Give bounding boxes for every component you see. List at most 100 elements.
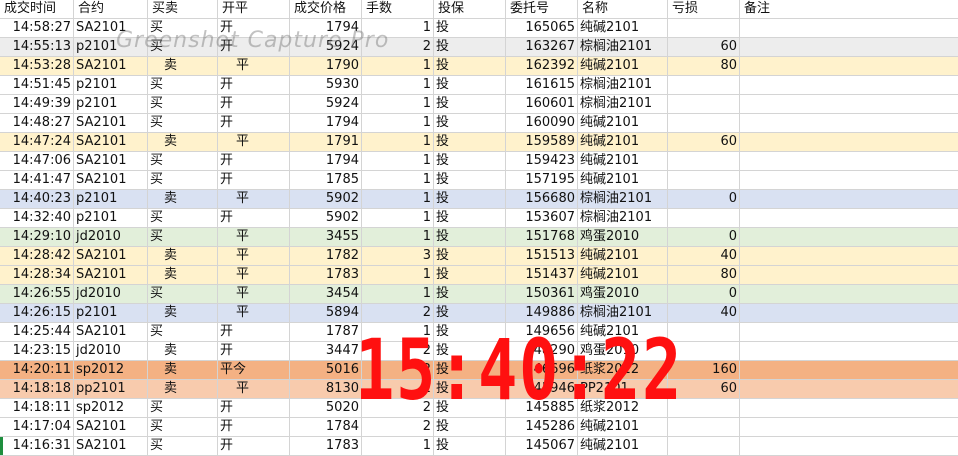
cell-name[interactable]: 棕榈油2101 [578, 209, 668, 227]
cell-hedge[interactable]: 投 [434, 266, 506, 284]
cell-pl[interactable] [668, 209, 740, 227]
cell-note[interactable] [740, 399, 958, 417]
cell-side[interactable]: 卖 [148, 57, 218, 75]
cell-hedge[interactable]: 投 [434, 399, 506, 417]
cell-hedge[interactable]: 投 [434, 323, 506, 341]
cell-order[interactable]: 150361 [506, 285, 578, 303]
cell-order[interactable]: 160601 [506, 95, 578, 113]
cell-pl[interactable] [668, 171, 740, 189]
cell-pl[interactable]: 80 [668, 266, 740, 284]
cell-hedge[interactable]: 投 [434, 437, 506, 455]
cell-hedge[interactable]: 投 [434, 133, 506, 151]
cell-price[interactable]: 1785 [290, 171, 362, 189]
cell-open-close[interactable]: 开 [218, 342, 290, 360]
cell-name[interactable]: 纯碱2101 [578, 266, 668, 284]
cell-side[interactable]: 卖 [148, 304, 218, 322]
cell-hedge[interactable]: 投 [434, 342, 506, 360]
cell-time[interactable]: 14:41:47 [0, 171, 74, 189]
cell-note[interactable] [740, 418, 958, 436]
cell-qty[interactable]: 2 [362, 361, 434, 379]
cell-price[interactable]: 1794 [290, 19, 362, 37]
cell-order[interactable]: 162392 [506, 57, 578, 75]
cell-code[interactable]: pp2101 [74, 380, 148, 398]
cell-note[interactable] [740, 285, 958, 303]
cell-time[interactable]: 14:58:27 [0, 19, 74, 37]
cell-time[interactable]: 14:32:40 [0, 209, 74, 227]
cell-qty[interactable]: 1 [362, 323, 434, 341]
cell-code[interactable]: sp2012 [74, 399, 148, 417]
header-time[interactable]: 成交时间 [0, 0, 74, 18]
cell-name[interactable]: 纯碱2101 [578, 418, 668, 436]
cell-hedge[interactable]: 投 [434, 228, 506, 246]
cell-price[interactable]: 5924 [290, 95, 362, 113]
cell-order[interactable]: 161615 [506, 76, 578, 94]
cell-name[interactable]: 纯碱2101 [578, 171, 668, 189]
cell-code[interactable]: SA2101 [74, 114, 148, 132]
cell-side[interactable]: 卖 [148, 133, 218, 151]
cell-order[interactable]: 165065 [506, 19, 578, 37]
cell-code[interactable]: sp2012 [74, 361, 148, 379]
table-row[interactable]: 14:28:42 SA2101 卖平 1782 3 投 151513 纯碱2101 40 [0, 247, 958, 266]
cell-time[interactable]: 14:49:39 [0, 95, 74, 113]
table-row[interactable]: 14:18:18 pp2101 卖平 8130 2 投 145946 PP2101 60 [0, 380, 958, 399]
cell-order[interactable]: 149886 [506, 304, 578, 322]
cell-open-close[interactable]: 平 [218, 133, 290, 151]
cell-side[interactable]: 买 [148, 114, 218, 132]
cell-note[interactable] [740, 76, 958, 94]
cell-price[interactable]: 1790 [290, 57, 362, 75]
cell-time[interactable]: 14:53:28 [0, 57, 74, 75]
header-note[interactable]: 备注 [740, 0, 958, 18]
cell-note[interactable] [740, 266, 958, 284]
cell-price[interactable]: 5902 [290, 209, 362, 227]
cell-code[interactable]: SA2101 [74, 133, 148, 151]
header-name[interactable]: 名称 [578, 0, 668, 18]
cell-side[interactable]: 卖 [148, 342, 218, 360]
cell-name[interactable]: 棕榈油2101 [578, 304, 668, 322]
cell-open-close[interactable]: 开 [218, 95, 290, 113]
cell-name[interactable]: 纯碱2101 [578, 19, 668, 37]
cell-order[interactable]: 145885 [506, 399, 578, 417]
cell-order[interactable]: 145946 [506, 380, 578, 398]
cell-hedge[interactable]: 投 [434, 304, 506, 322]
table-row[interactable]: 14:55:13 p2101 买开 5924 2 投 163267 棕榈油2101 60 [0, 38, 958, 57]
cell-order[interactable]: 156680 [506, 190, 578, 208]
cell-hedge[interactable]: 投 [434, 209, 506, 227]
cell-pl[interactable]: 40 [668, 247, 740, 265]
cell-order[interactable]: 145286 [506, 418, 578, 436]
table-row[interactable]: 14:16:31 SA2101 买开 1783 1 投 145067 纯碱2101 [0, 437, 958, 456]
table-row[interactable]: 14:47:06 SA2101 买开 1794 1 投 159423 纯碱2101 [0, 152, 958, 171]
cell-name[interactable]: 棕榈油2101 [578, 76, 668, 94]
cell-time[interactable]: 14:20:11 [0, 361, 74, 379]
cell-side[interactable]: 卖 [148, 266, 218, 284]
table-row[interactable]: 14:18:11 sp2012 买开 5020 2 投 145885 纸浆2012 [0, 399, 958, 418]
cell-code[interactable]: jd2010 [74, 342, 148, 360]
cell-qty[interactable]: 1 [362, 285, 434, 303]
cell-qty[interactable]: 1 [362, 114, 434, 132]
cell-code[interactable]: SA2101 [74, 171, 148, 189]
cell-open-close[interactable]: 平 [218, 190, 290, 208]
cell-open-close[interactable]: 开 [218, 19, 290, 37]
cell-name[interactable]: 鸡蛋2010 [578, 228, 668, 246]
cell-open-close[interactable]: 开 [218, 171, 290, 189]
cell-code[interactable]: jd2010 [74, 228, 148, 246]
table-row[interactable]: 14:51:45 p2101 买开 5930 1 投 161615 棕榈油2101 [0, 76, 958, 95]
cell-pl[interactable]: 0 [668, 190, 740, 208]
cell-name[interactable]: 纯碱2101 [578, 247, 668, 265]
cell-code[interactable]: SA2101 [74, 152, 148, 170]
cell-side[interactable]: 卖 [148, 190, 218, 208]
cell-side[interactable]: 买 [148, 38, 218, 56]
cell-name[interactable]: 鸡蛋2010 [578, 342, 668, 360]
cell-name[interactable]: 纯碱2101 [578, 133, 668, 151]
cell-note[interactable] [740, 114, 958, 132]
cell-side[interactable]: 卖 [148, 380, 218, 398]
cell-time[interactable]: 14:26:55 [0, 285, 74, 303]
cell-side[interactable]: 买 [148, 437, 218, 455]
cell-pl[interactable]: 80 [668, 57, 740, 75]
cell-code[interactable]: SA2101 [74, 19, 148, 37]
cell-pl[interactable] [668, 399, 740, 417]
cell-open-close[interactable]: 开 [218, 437, 290, 455]
cell-hedge[interactable]: 投 [434, 38, 506, 56]
header-code[interactable]: 合约 [74, 0, 148, 18]
cell-pl[interactable] [668, 76, 740, 94]
cell-qty[interactable]: 2 [362, 342, 434, 360]
